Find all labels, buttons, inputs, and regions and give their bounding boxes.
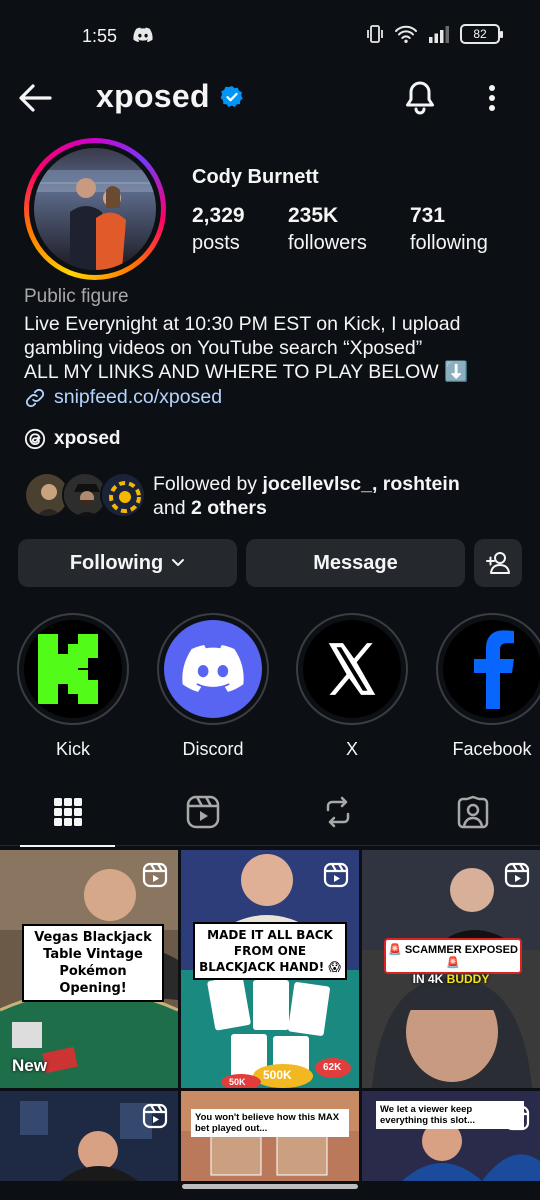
post-thumbnail[interactable]: 🚨 SCAMMER EXPOSED 🚨 IN 4K BUDDY bbox=[362, 850, 540, 1088]
reel-indicator-icon bbox=[504, 1105, 530, 1131]
gesture-navigation-bar[interactable] bbox=[182, 1184, 358, 1189]
highlight-discord[interactable]: Discord bbox=[157, 613, 269, 760]
highlight-facebook[interactable]: Facebook bbox=[436, 613, 540, 760]
post-thumbnail[interactable]: MADE IT ALL BACK FROM ONE BLACKJACK HAND… bbox=[181, 850, 359, 1088]
threads-handle: xposed bbox=[54, 428, 121, 449]
signal-icon bbox=[429, 26, 449, 43]
repost-icon bbox=[326, 796, 349, 828]
add-person-icon bbox=[486, 552, 510, 574]
more-options-icon[interactable] bbox=[478, 80, 506, 116]
reel-indicator-icon bbox=[142, 1103, 168, 1129]
mutual-avatar bbox=[100, 472, 146, 518]
status-bar: 1:55 82 bbox=[0, 0, 540, 72]
tab-reposts[interactable] bbox=[270, 778, 405, 846]
back-arrow-icon[interactable] bbox=[16, 80, 56, 116]
tagged-person-icon bbox=[457, 795, 488, 829]
threads-badge[interactable]: xposed bbox=[24, 428, 121, 450]
wifi-icon bbox=[395, 25, 417, 43]
reel-indicator-icon bbox=[142, 862, 168, 888]
message-button[interactable]: Message bbox=[246, 539, 465, 587]
reel-indicator-icon bbox=[504, 862, 530, 888]
post-caption: We let a viewer keep everything this slo… bbox=[376, 1101, 524, 1129]
post-subcaption: IN 4K BUDDY bbox=[412, 972, 490, 986]
profile-header: xposed bbox=[0, 72, 540, 124]
chevron-down-icon bbox=[172, 559, 185, 566]
post-thumbnail[interactable]: Vegas Blackjack Table Vintage Pokémon Op… bbox=[0, 850, 178, 1088]
discord-notification-icon bbox=[133, 27, 153, 43]
profile-full-name: Cody Burnett bbox=[192, 166, 319, 188]
stat-posts[interactable]: 2,329 posts bbox=[192, 204, 245, 255]
post-caption: MADE IT ALL BACK FROM ONE BLACKJACK HAND… bbox=[193, 922, 347, 980]
post-caption: You won't believe how this MAX bet playe… bbox=[191, 1109, 349, 1137]
kick-logo-icon bbox=[24, 620, 122, 718]
tab-reels[interactable] bbox=[135, 778, 270, 846]
link-icon bbox=[25, 388, 45, 407]
notification-bell-icon[interactable] bbox=[402, 78, 438, 118]
post-thumbnail[interactable]: You won't believe how this MAX bet playe… bbox=[181, 1091, 359, 1181]
status-icons: 82 bbox=[366, 24, 503, 44]
status-time: 1:55 bbox=[82, 26, 118, 46]
highlight-kick[interactable]: Kick bbox=[17, 613, 129, 760]
profile-link-text[interactable]: snipfeed.co/xposed bbox=[54, 386, 222, 409]
highlight-x[interactable]: X bbox=[296, 613, 408, 760]
reel-indicator-icon bbox=[323, 862, 349, 888]
profile-link[interactable]: snipfeed.co/xposed bbox=[24, 386, 222, 409]
vibrate-icon bbox=[367, 25, 383, 43]
grid-icon bbox=[53, 798, 82, 826]
following-button[interactable]: Following bbox=[18, 539, 237, 587]
profile-tabs bbox=[0, 778, 540, 847]
profile-username: xposed bbox=[96, 78, 210, 114]
verified-badge-icon bbox=[220, 86, 243, 107]
suggested-users-button[interactable] bbox=[474, 539, 522, 587]
profile-avatar-story-ring[interactable] bbox=[24, 138, 166, 280]
tab-posts-grid[interactable] bbox=[0, 778, 135, 847]
discord-logo-icon bbox=[182, 645, 244, 692]
profile-category: Public figure bbox=[24, 286, 129, 307]
post-thumbnail[interactable] bbox=[0, 1091, 178, 1181]
profile-bio: Live Everynight at 10:30 PM EST on Kick,… bbox=[24, 313, 469, 383]
followed-by-text: Followed by jocellevlsc_, roshtein and 2… bbox=[153, 473, 460, 519]
stat-followers[interactable]: 235K followers bbox=[288, 204, 367, 255]
facebook-logo-icon bbox=[474, 630, 514, 709]
tab-tagged[interactable] bbox=[405, 778, 540, 846]
battery-indicator: 82 bbox=[460, 24, 503, 44]
profile-avatar bbox=[34, 148, 156, 270]
followed-by-row[interactable]: Followed by jocellevlsc_, roshtein and 2… bbox=[24, 470, 524, 524]
post-new-badge: New bbox=[12, 1056, 47, 1075]
post-caption: 🚨 SCAMMER EXPOSED 🚨 bbox=[384, 938, 522, 974]
reels-icon bbox=[186, 795, 219, 829]
post-caption: Vegas Blackjack Table Vintage Pokémon Op… bbox=[22, 924, 164, 1002]
stat-following[interactable]: 731 following bbox=[410, 204, 488, 255]
x-logo-icon bbox=[328, 643, 376, 695]
threads-icon bbox=[24, 428, 46, 450]
post-thumbnail[interactable]: We let a viewer keep everything this slo… bbox=[362, 1091, 540, 1181]
